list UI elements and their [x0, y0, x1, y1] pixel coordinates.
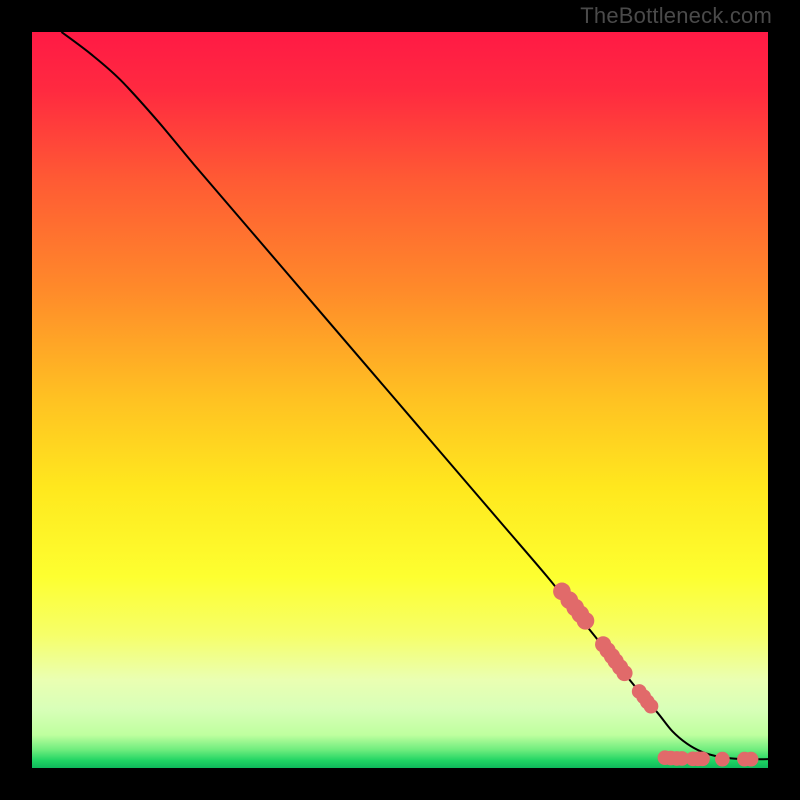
- data-marker: [616, 665, 632, 681]
- data-marker: [715, 752, 730, 767]
- plot-background: [32, 32, 768, 768]
- data-marker: [695, 751, 710, 766]
- data-marker: [744, 752, 759, 767]
- chart-container: TheBottleneck.com: [0, 0, 800, 800]
- data-marker: [644, 699, 659, 714]
- chart-plot: [32, 32, 768, 768]
- credit-label: TheBottleneck.com: [580, 3, 772, 29]
- data-marker: [577, 612, 595, 630]
